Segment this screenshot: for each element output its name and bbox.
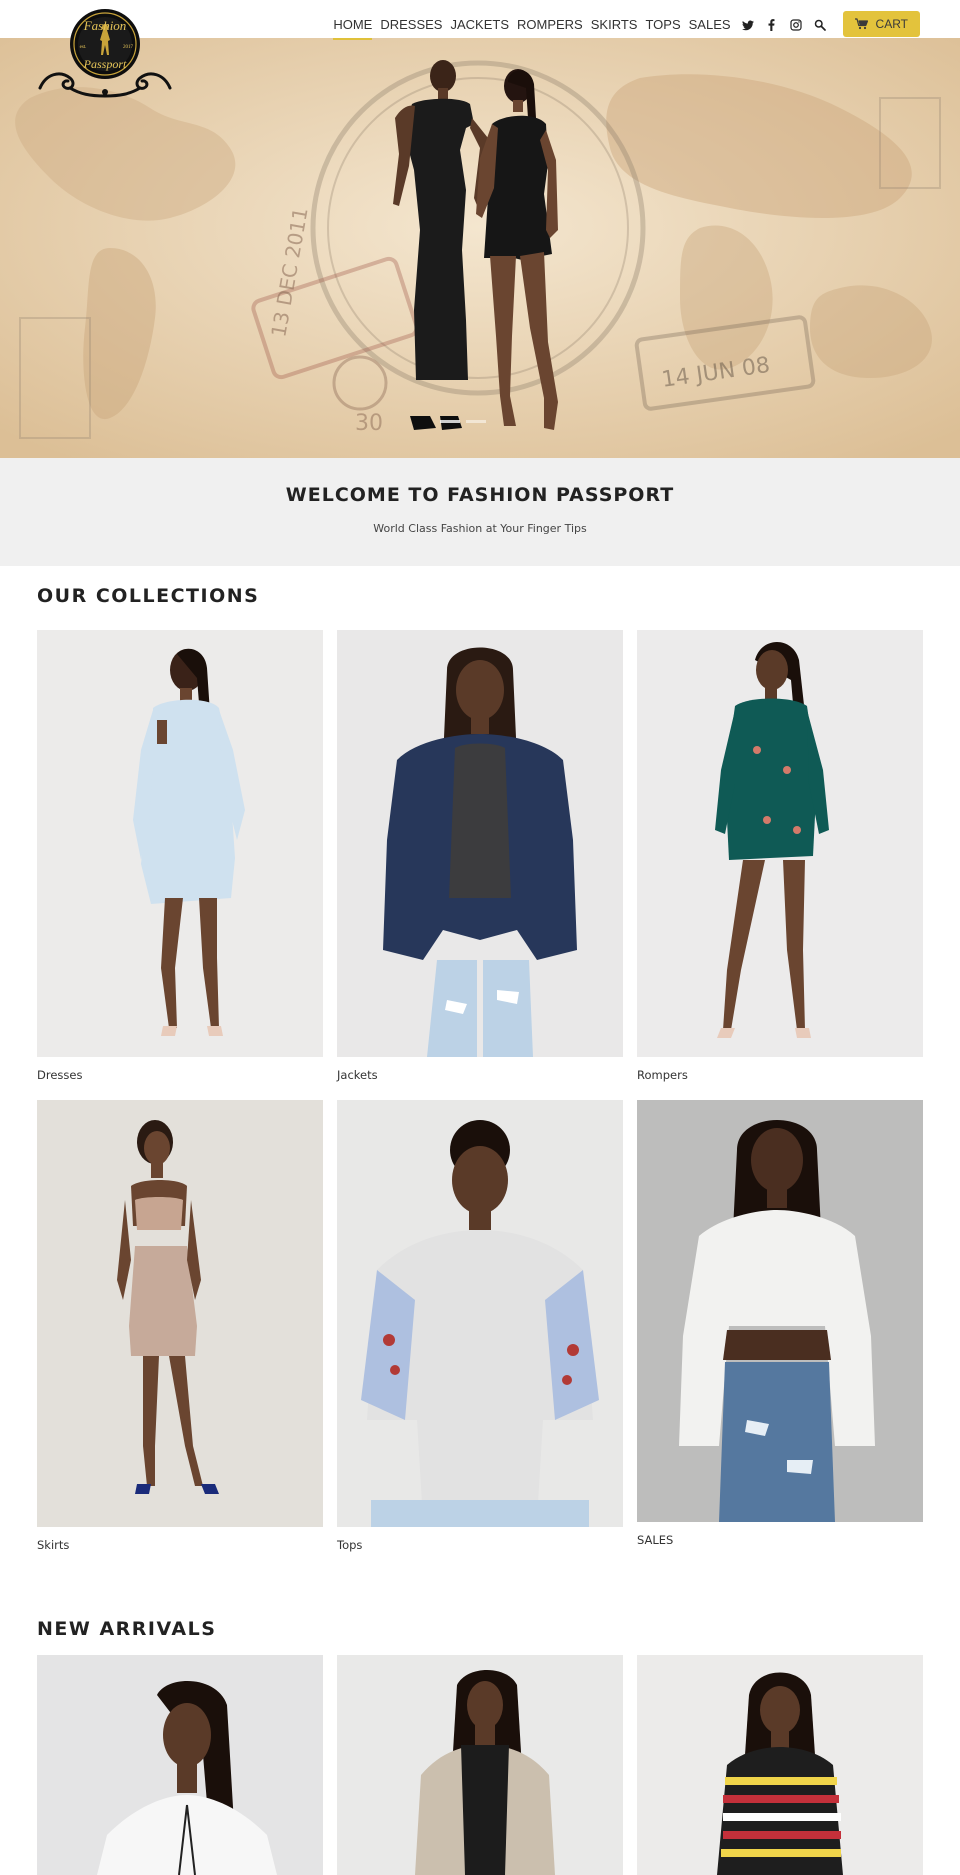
collection-card-skirts[interactable] [37,1100,323,1527]
nav-home[interactable]: HOME [333,11,373,40]
welcome-section: WELCOME TO FASHION PASSPORT World Class … [0,458,960,566]
svg-text:est.: est. [80,45,87,50]
welcome-subtitle: World Class Fashion at Your Finger Tips [373,522,587,535]
search-icon[interactable] [813,18,827,32]
collection-label-tops[interactable]: Tops [337,1538,362,1552]
collection-label-rompers[interactable]: Rompers [637,1068,688,1082]
svg-text:2017: 2017 [123,45,134,50]
cart-label: CART [875,17,908,31]
new-arrival-card-1[interactable] [37,1655,323,1875]
collection-card-rompers[interactable] [637,630,923,1057]
collection-label-skirts[interactable]: Skirts [37,1538,69,1552]
collection-label-sales[interactable]: SALES [637,1533,673,1547]
new-arrivals-title: NEW ARRIVALS [37,1618,217,1640]
hero-banner[interactable]: 13 DEC 2011 14 JUN 08 30 [0,38,960,458]
collection-card-jackets[interactable] [337,630,623,1057]
welcome-title: WELCOME TO FASHION PASSPORT [285,484,675,506]
logo-text-bottom: Passport [83,57,127,71]
collection-label-jackets[interactable]: Jackets [337,1068,378,1082]
logo-text-top: Fashion [83,18,127,33]
facebook-icon[interactable] [765,18,779,32]
cart-button[interactable]: CART [842,11,920,37]
nav-rompers[interactable]: ROMPERS [517,11,583,39]
nav-jackets[interactable]: JACKETS [450,11,509,39]
collection-card-sales[interactable] [637,1100,923,1522]
collection-card-dresses[interactable] [37,630,323,1057]
site-logo[interactable]: Fashion Passport est. 2017 [36,8,174,100]
svg-text:30: 30 [355,411,383,436]
new-arrival-card-3[interactable] [637,1655,923,1875]
instagram-icon[interactable] [789,18,803,32]
nav-sales[interactable]: SALES [689,11,731,39]
collection-label-dresses[interactable]: Dresses [37,1068,82,1082]
nav-tops[interactable]: TOPS [645,11,680,39]
new-arrival-card-2[interactable] [337,1655,623,1875]
nav-skirts[interactable]: SKIRTS [591,11,638,39]
nav-dresses[interactable]: DRESSES [380,11,442,39]
collection-card-tops[interactable] [337,1100,623,1527]
cart-icon [854,18,868,30]
collections-title: OUR COLLECTIONS [37,585,260,607]
main-nav: HOME DRESSES JACKETS ROMPERS SKIRTS TOPS… [325,11,920,40]
twitter-icon[interactable] [741,18,755,32]
